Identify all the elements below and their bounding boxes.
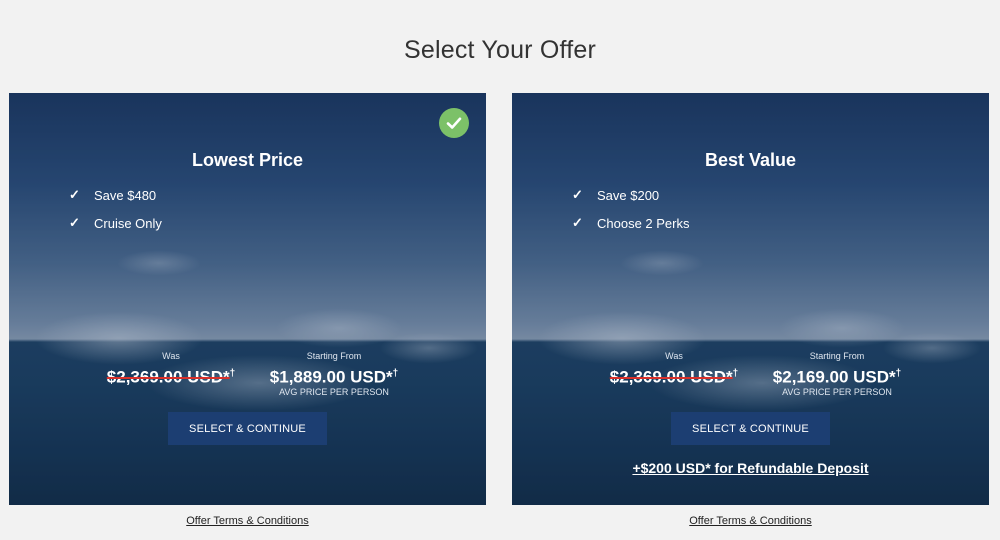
select-continue-button[interactable]: SELECT & CONTINUE	[671, 412, 830, 445]
was-price-value: $2,369.00 USD*	[609, 367, 733, 387]
feature-item: ✓ Save $480	[69, 181, 162, 209]
checkmark-icon: ✓	[572, 215, 583, 230]
per-person-label: AVG PRICE PER PERSON	[782, 387, 892, 397]
was-label: Was	[162, 351, 180, 361]
offer-title: Lowest Price	[191, 150, 304, 170]
feature-list: ✓ Save $200 ✓ Choose 2 Perks	[572, 181, 690, 237]
starting-price: $2,169.00 USD*†	[752, 363, 922, 387]
feature-item: ✓ Cruise Only	[69, 209, 162, 237]
price-dagger: †	[392, 368, 399, 379]
starting-price-block: Starting From $1,889.00 USD*† AVG PRICE …	[249, 349, 419, 399]
select-continue-button[interactable]: SELECT & CONTINUE	[168, 412, 327, 445]
offer-title: Best Value	[704, 150, 797, 170]
offer-card-best-value[interactable]: Best Value ✓ Save $200 ✓ Choose 2 Perks …	[512, 93, 989, 505]
starting-from-label: Starting From	[306, 351, 362, 361]
feature-label: Save $480	[94, 187, 157, 203]
checkmark-icon: ✓	[572, 187, 583, 202]
was-price-block: Was $2,369.00 USD*†	[599, 349, 749, 387]
starting-price-value: $1,889.00 USD*	[269, 367, 393, 387]
price-dagger: †	[895, 368, 902, 379]
starting-price: $1,889.00 USD*†	[249, 363, 419, 387]
feature-list: ✓ Save $480 ✓ Cruise Only	[69, 181, 162, 237]
starting-price-value: $2,169.00 USD*	[772, 367, 896, 387]
per-person-label: AVG PRICE PER PERSON	[279, 387, 389, 397]
checkmark-icon: ✓	[69, 215, 80, 230]
was-label: Was	[665, 351, 683, 361]
refundable-deposit-link[interactable]: +$200 USD* for Refundable Deposit	[512, 460, 989, 476]
feature-label: Cruise Only	[94, 215, 162, 231]
page-title: Select Your Offer	[404, 36, 596, 64]
feature-label: Choose 2 Perks	[597, 215, 690, 231]
was-price-block: Was $2,369.00 USD*†	[96, 349, 246, 387]
feature-item: ✓ Save $200	[572, 181, 690, 209]
was-price-value: $2,369.00 USD*	[106, 367, 230, 387]
offer-terms-link[interactable]: Offer Terms & Conditions	[9, 515, 486, 527]
offer-card-lowest-price[interactable]: Lowest Price ✓ Save $480 ✓ Cruise Only W…	[9, 93, 486, 505]
was-price: $2,369.00 USD*†	[96, 363, 246, 387]
starting-from-label: Starting From	[809, 351, 865, 361]
price-dagger: †	[732, 368, 739, 379]
checkmark-icon: ✓	[69, 187, 80, 202]
selected-check-circle-icon	[439, 108, 469, 138]
feature-item: ✓ Choose 2 Perks	[572, 209, 690, 237]
offer-terms-link[interactable]: Offer Terms & Conditions	[512, 515, 989, 527]
price-dagger: †	[229, 368, 236, 379]
was-price: $2,369.00 USD*†	[599, 363, 749, 387]
feature-label: Save $200	[597, 187, 660, 203]
starting-price-block: Starting From $2,169.00 USD*† AVG PRICE …	[752, 349, 922, 399]
